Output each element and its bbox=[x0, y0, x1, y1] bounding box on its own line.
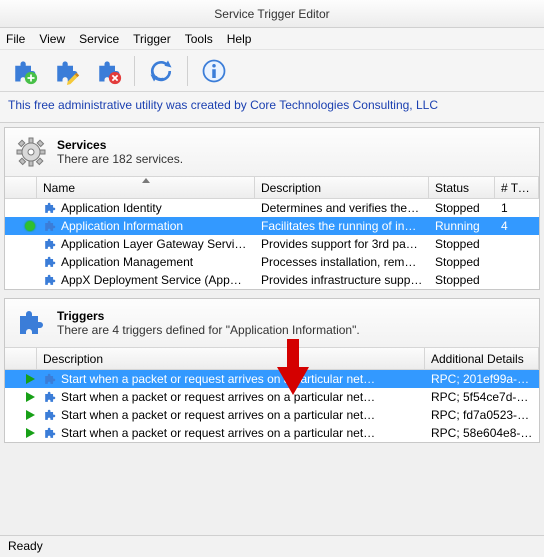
puzzle-edit-icon bbox=[52, 57, 80, 85]
service-status-cell: Stopped bbox=[429, 272, 495, 288]
trigger-row[interactable]: Start when a packet or request arrives o… bbox=[5, 424, 539, 442]
service-row[interactable]: Application InformationFacilitates the r… bbox=[5, 217, 539, 235]
col-name[interactable]: Name bbox=[37, 177, 255, 198]
toolbar-add-trigger-button[interactable] bbox=[4, 53, 44, 89]
sort-asc-icon bbox=[142, 178, 150, 183]
trigger-row[interactable]: Start when a packet or request arrives o… bbox=[5, 388, 539, 406]
toolbar-delete-trigger-button[interactable] bbox=[88, 53, 128, 89]
toolbar-edit-trigger-button[interactable] bbox=[46, 53, 86, 89]
triggers-title: Triggers bbox=[57, 309, 360, 323]
menubar: File View Service Trigger Tools Help bbox=[0, 28, 544, 50]
service-triggers-cell bbox=[495, 261, 539, 263]
service-triggers-cell: 4 bbox=[495, 218, 539, 234]
service-desc-cell: Facilitates the running of in… bbox=[255, 218, 429, 234]
service-row[interactable]: Application IdentityDetermines and verif… bbox=[5, 199, 539, 217]
menu-file[interactable]: File bbox=[6, 32, 25, 46]
services-panel-header: Services There are 182 services. bbox=[5, 128, 539, 177]
toolbar-info-button[interactable] bbox=[194, 53, 234, 89]
col-additional-details[interactable]: Additional Details bbox=[425, 348, 539, 369]
trigger-details-cell: RPC; 5f54ce7d-5b79-4175-8584-cb bbox=[425, 389, 539, 405]
service-triggers-cell bbox=[495, 243, 539, 245]
puzzle-icon bbox=[15, 307, 47, 339]
toolbar-separator bbox=[134, 56, 135, 86]
start-action-icon bbox=[26, 410, 35, 420]
trigger-details-cell: RPC; 58e604e8-9adb-4d2e-a464-3b bbox=[425, 425, 539, 441]
triggers-rows: Start when a packet or request arrives o… bbox=[5, 370, 539, 442]
trigger-row[interactable]: Start when a packet or request arrives o… bbox=[5, 370, 539, 388]
start-action-icon bbox=[26, 374, 35, 384]
service-row[interactable]: Application Layer Gateway Servi…Provides… bbox=[5, 235, 539, 253]
service-status-cell: Stopped bbox=[429, 254, 495, 270]
triggers-subtitle: There are 4 triggers defined for "Applic… bbox=[57, 323, 360, 337]
statusbar: Ready bbox=[0, 535, 544, 557]
service-status-cell: Stopped bbox=[429, 200, 495, 216]
start-action-icon bbox=[26, 392, 35, 402]
services-title: Services bbox=[57, 138, 183, 152]
status-text: Ready bbox=[8, 539, 43, 553]
service-name-cell: Application Information bbox=[37, 218, 255, 234]
trigger-details-cell: RPC; 201ef99a-7fa0-444c-9399-19ba bbox=[425, 371, 539, 387]
service-status-cell: Stopped bbox=[429, 236, 495, 252]
menu-service[interactable]: Service bbox=[79, 32, 119, 46]
service-desc-cell: Processes installation, remo… bbox=[255, 254, 429, 270]
window-title: Service Trigger Editor bbox=[214, 7, 329, 21]
services-columns: Name Description Status # Triggers bbox=[5, 177, 539, 199]
menu-tools[interactable]: Tools bbox=[185, 32, 213, 46]
info-icon bbox=[200, 57, 228, 85]
service-name-cell: Application Identity bbox=[37, 200, 255, 216]
services-rows: Application IdentityDetermines and verif… bbox=[5, 199, 539, 289]
trigger-desc-cell: Start when a packet or request arrives o… bbox=[37, 389, 425, 405]
attribution-link[interactable]: This free administrative utility was cre… bbox=[0, 92, 544, 123]
service-triggers-cell bbox=[495, 279, 539, 281]
menu-help[interactable]: Help bbox=[227, 32, 252, 46]
services-panel: Services There are 182 services. Name De… bbox=[4, 127, 540, 290]
puzzle-delete-icon bbox=[94, 57, 122, 85]
toolbar-refresh-button[interactable] bbox=[141, 53, 181, 89]
col-trigger-description[interactable]: Description bbox=[37, 348, 425, 369]
service-name-cell: AppX Deployment Service (App… bbox=[37, 272, 255, 288]
refresh-icon bbox=[147, 57, 175, 85]
trigger-desc-cell: Start when a packet or request arrives o… bbox=[37, 425, 425, 441]
window-titlebar: Service Trigger Editor bbox=[0, 0, 544, 28]
col-description[interactable]: Description bbox=[255, 177, 429, 198]
toolbar-separator bbox=[187, 56, 188, 86]
service-name-cell: Application Layer Gateway Servi… bbox=[37, 236, 255, 252]
col-status[interactable]: Status bbox=[429, 177, 495, 198]
service-triggers-cell: 1 bbox=[495, 200, 539, 216]
triggers-panel-header: Triggers There are 4 triggers defined fo… bbox=[5, 299, 539, 348]
triggers-columns: Description Additional Details bbox=[5, 348, 539, 370]
gear-icon bbox=[15, 136, 47, 168]
service-desc-cell: Provides infrastructure supp… bbox=[255, 272, 429, 288]
col-triggers[interactable]: # Triggers bbox=[495, 177, 539, 198]
menu-view[interactable]: View bbox=[39, 32, 65, 46]
service-desc-cell: Provides support for 3rd pa… bbox=[255, 236, 429, 252]
trigger-row[interactable]: Start when a packet or request arrives o… bbox=[5, 406, 539, 424]
service-row[interactable]: AppX Deployment Service (App…Provides in… bbox=[5, 271, 539, 289]
trigger-details-cell: RPC; fd7a0523-dc70-43dd-9b2e-9c5 bbox=[425, 407, 539, 423]
service-row[interactable]: Application ManagementProcesses installa… bbox=[5, 253, 539, 271]
service-name-cell: Application Management bbox=[37, 254, 255, 270]
running-indicator-icon bbox=[25, 221, 35, 231]
trigger-desc-cell: Start when a packet or request arrives o… bbox=[37, 371, 425, 387]
start-action-icon bbox=[26, 428, 35, 438]
trigger-desc-cell: Start when a packet or request arrives o… bbox=[37, 407, 425, 423]
service-status-cell: Running bbox=[429, 218, 495, 234]
menu-trigger[interactable]: Trigger bbox=[133, 32, 171, 46]
service-desc-cell: Determines and verifies the… bbox=[255, 200, 429, 216]
puzzle-plus-icon bbox=[10, 57, 38, 85]
triggers-panel: Triggers There are 4 triggers defined fo… bbox=[4, 298, 540, 443]
toolbar bbox=[0, 50, 544, 92]
services-subtitle: There are 182 services. bbox=[57, 152, 183, 166]
